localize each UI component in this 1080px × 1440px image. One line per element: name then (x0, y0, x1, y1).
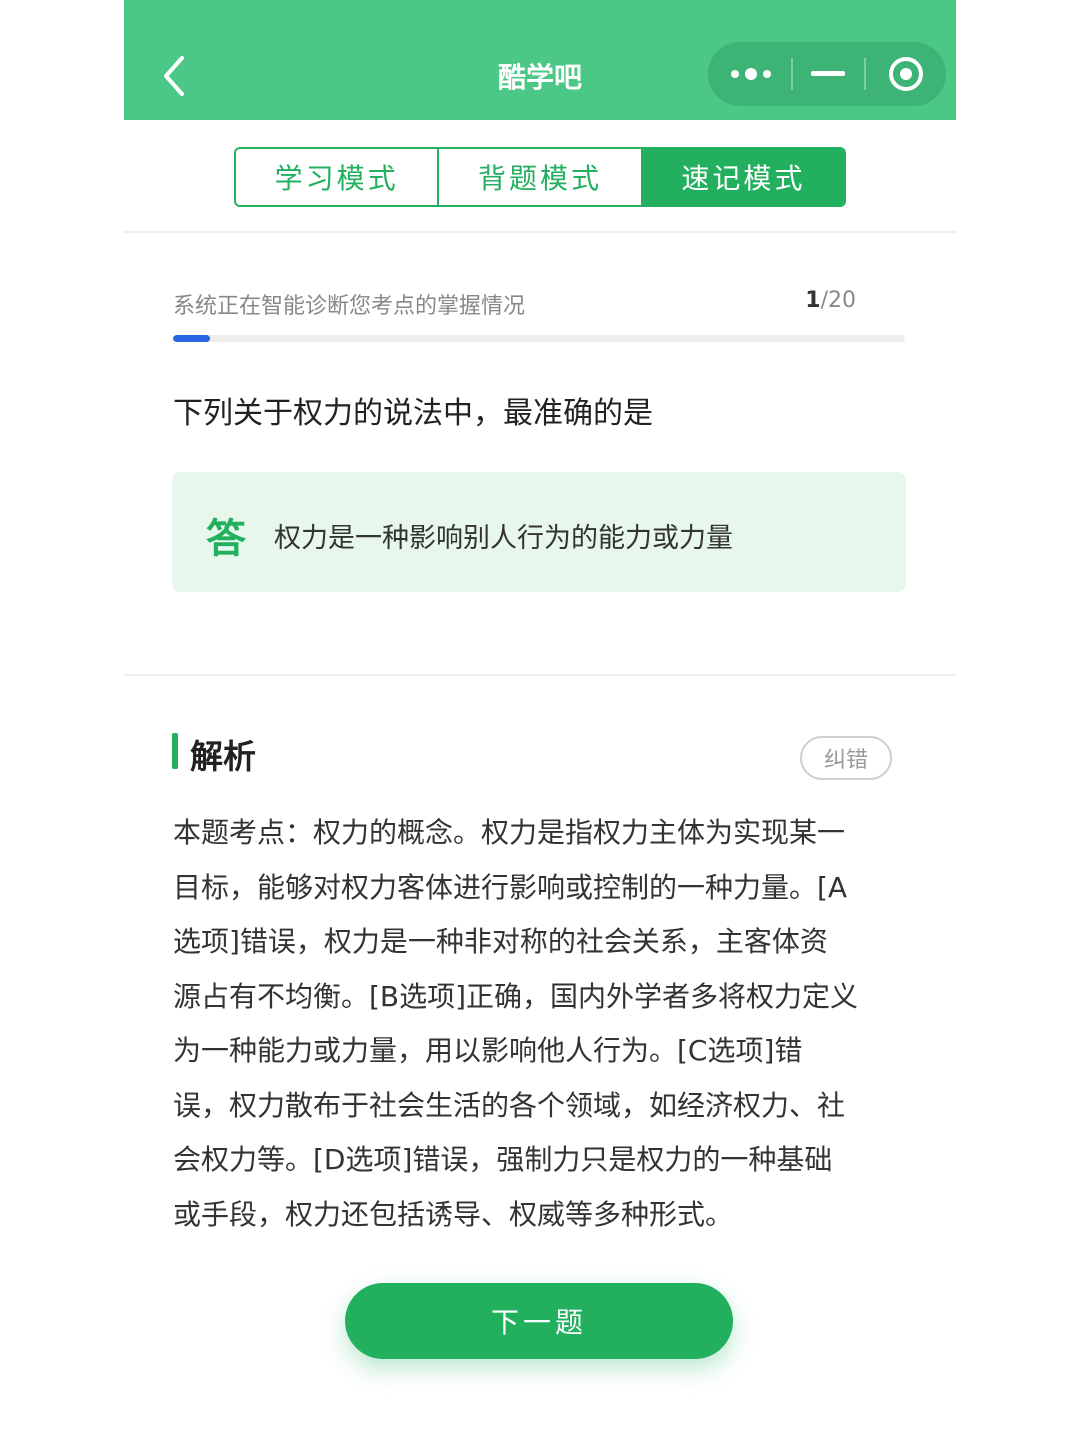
analysis-line: 误，权力散布于社会生活的各个领域，如经济权力、社 (173, 1088, 846, 1122)
progress-bar-fill (173, 335, 210, 342)
minimize-icon (811, 71, 845, 76)
tab-recite-mode[interactable]: 背题模式 (437, 149, 641, 205)
answer-text: 权力是一种影响别人行为的能力或力量 (274, 523, 733, 554)
close-target-icon (889, 57, 923, 91)
question-text: 下列关于权力的说法中，最准确的是 (173, 396, 653, 431)
current-question-number: 1 (805, 288, 821, 313)
analysis-line: 源占有不均衡。[B选项]正确，国内外学者多将权力定义 (173, 979, 859, 1013)
analysis-line: 或手段，权力还包括诱导、权威等多种形式。 (173, 1197, 734, 1231)
app-screen: 酷学吧 学习模式 背题模式 速记模式 系统正在智能诊断您考点的掌握情况 1/20… (124, 0, 956, 1440)
answer-mark: 答 (206, 516, 246, 562)
analysis-accent-bar (172, 733, 178, 769)
tab-study-mode[interactable]: 学习模式 (236, 149, 438, 205)
mode-tabs: 学习模式 背题模式 速记模式 (234, 147, 846, 207)
progress-bar (173, 335, 905, 342)
capsule-divider (791, 58, 793, 90)
analysis-line: 选项]错误，权力是一种非对称的社会关系，主客体资 (173, 925, 828, 958)
analysis-line: 会权力等。[D选项]错误，强制力只是权力的一种基础 (173, 1143, 833, 1176)
tab-quick-memory-mode[interactable]: 速记模式 (640, 149, 844, 205)
mini-program-capsule (708, 42, 946, 106)
analysis-body: 本题考点：权力的概念。权力是指权力主体为实现某一 目标，能够对权力客体进行影响或… (173, 806, 908, 1242)
section-divider (124, 231, 956, 233)
report-error-button[interactable]: 纠错 (800, 736, 892, 780)
total-questions: /20 (820, 288, 856, 313)
analysis-title: 解析 (190, 737, 256, 776)
analysis-line: 本题考点：权力的概念。权力是指权力主体为实现某一 (173, 816, 846, 849)
diagnosis-status-text: 系统正在智能诊断您考点的掌握情况 (173, 294, 526, 319)
more-button[interactable] (708, 42, 796, 106)
nav-header: 酷学吧 (124, 0, 956, 120)
analysis-line: 目标，能够对权力客体进行影响或控制的一种力量。[A (173, 870, 848, 904)
next-question-button[interactable]: 下一题 (345, 1283, 733, 1359)
question-counter: 1/20 (805, 288, 856, 313)
section-divider (124, 674, 956, 676)
more-dots-icon (731, 68, 771, 80)
answer-box: 答 权力是一种影响别人行为的能力或力量 (172, 472, 906, 592)
minimize-button[interactable] (796, 42, 860, 106)
analysis-line: 为一种能力或力量，用以影响他人行为。[C选项]错 (173, 1034, 803, 1067)
close-button[interactable] (866, 42, 946, 106)
